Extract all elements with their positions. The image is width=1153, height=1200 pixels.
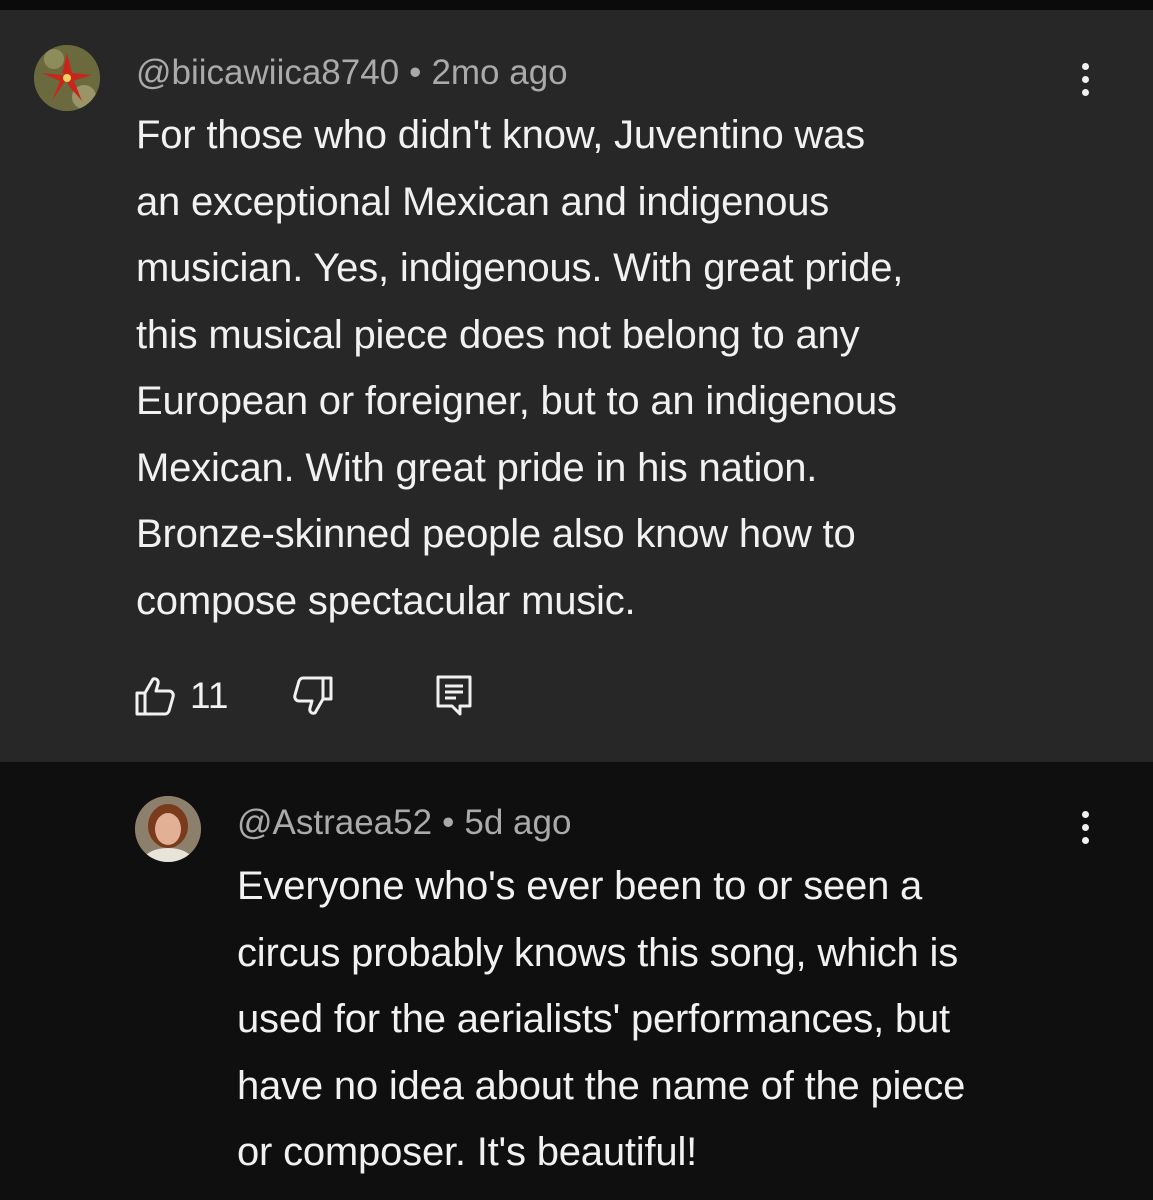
comment-line: For those who didn't know, Juventino was — [136, 113, 865, 157]
header-separator: • — [442, 803, 455, 842]
top-divider — [0, 0, 1153, 10]
like-count: 11 — [190, 675, 229, 716]
comment-author[interactable]: @biicawiica8740 — [136, 53, 399, 92]
reply-header: @Astraea52 • 5d ago — [237, 803, 571, 843]
thumbs-down-icon — [293, 676, 333, 715]
reply-button[interactable] — [434, 673, 474, 717]
reply-text: Everyone who's ever been to or seen a ci… — [237, 853, 965, 1186]
comment-line: Bronze-skinned people also know how to — [136, 512, 856, 556]
dislike-button[interactable] — [292, 675, 334, 717]
reply-line: circus probably knows this song, which i… — [237, 930, 958, 975]
like-button[interactable] — [134, 675, 176, 717]
comment-timestamp[interactable]: 2mo ago — [431, 53, 567, 92]
reply-line: used for the aerialists' performances, b… — [237, 997, 950, 1041]
person-avatar-image — [135, 796, 201, 862]
comment-line: musician. Yes, indigenous. With great pr… — [136, 246, 904, 290]
reply-icon — [436, 675, 472, 716]
header-separator: • — [409, 53, 422, 92]
reply-author[interactable]: @Astraea52 — [237, 803, 432, 842]
comment-avatar[interactable] — [34, 45, 100, 111]
reply-avatar[interactable] — [135, 796, 201, 862]
more-vert-icon[interactable] — [1070, 808, 1100, 848]
comment-line: an exceptional Mexican and indigenous — [136, 179, 830, 224]
more-vert-icon[interactable] — [1070, 60, 1100, 100]
thumbs-up-icon — [135, 677, 175, 716]
comment-line: compose spectacular music. — [136, 578, 636, 623]
comment-text: For those who didn't know, Juventino was… — [136, 102, 903, 634]
reply-line: Everyone who's ever been to or seen a — [237, 864, 923, 908]
reply-line: have no idea about the name of the piece — [237, 1063, 966, 1108]
comment-line: Mexican. With great pride in his nation. — [136, 445, 818, 490]
flower-avatar-image — [34, 45, 100, 111]
comment-line: this musical piece does not belong to an… — [136, 312, 860, 357]
comment-header: @biicawiica8740 • 2mo ago — [136, 53, 568, 93]
reply-timestamp[interactable]: 5d ago — [464, 803, 571, 842]
comment-line: European or foreigner, but to an indigen… — [136, 379, 897, 423]
reply-line: or composer. It's beautiful! — [237, 1130, 698, 1174]
